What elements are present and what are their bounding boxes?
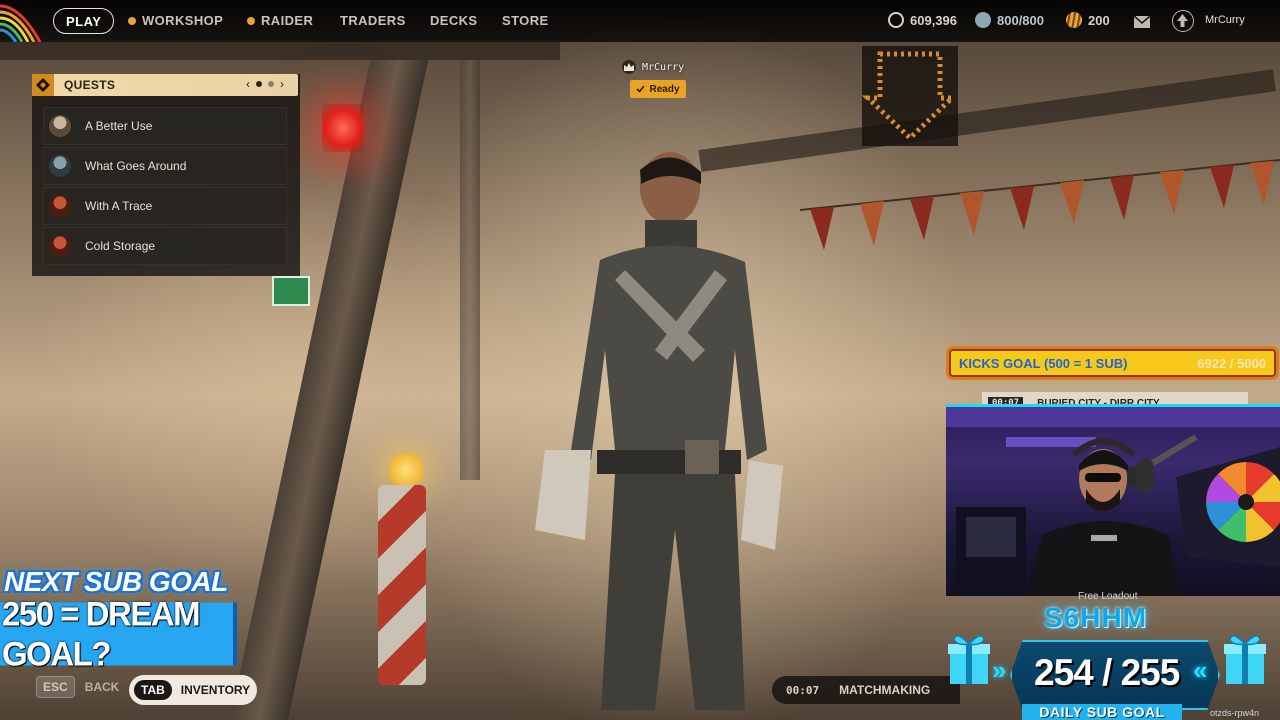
check-icon: [636, 85, 646, 93]
quest-label: Cold Storage: [85, 239, 156, 253]
yellow-beacon-light: [388, 452, 424, 488]
credits-value: 200: [1088, 12, 1110, 28]
quest-giver-avatar: [49, 195, 71, 217]
nav-play-button[interactable]: PLAY: [53, 8, 115, 34]
exit-sign: [272, 276, 310, 306]
chevron-right-icon: »: [992, 655, 1007, 685]
quest-label: A Better Use: [85, 119, 153, 133]
page-indicator-dot[interactable]: [256, 81, 262, 87]
quests-next-button[interactable]: ›: [280, 77, 284, 91]
game-logo-stripes-icon: [0, 4, 42, 42]
matchmaking-label: MATCHMAKING: [839, 683, 931, 697]
kicks-goal-progress: 6922 / 5000: [1197, 355, 1266, 371]
player-name: MrCurry: [642, 61, 685, 73]
quest-label: What Goes Around: [85, 159, 187, 173]
back-hint[interactable]: ESC BACK: [36, 676, 119, 698]
coins-value: 609,396: [910, 12, 957, 28]
gift-icon: [948, 635, 990, 684]
raider-tokens-value: 800/800: [997, 12, 1044, 28]
quest-giver-avatar: [49, 155, 71, 177]
page-indicator-dot[interactable]: [268, 81, 274, 87]
credits-balance[interactable]: 200: [1066, 12, 1110, 28]
profile-username[interactable]: MrCurry: [1205, 14, 1245, 26]
nav-raider-label: RAIDER: [261, 13, 314, 28]
dream-goal-banner: 250 = DREAM GOAL?: [0, 594, 237, 673]
tab-key-cap: TAB: [134, 680, 172, 700]
free-loadout-label: Free Loadout: [1078, 591, 1138, 602]
notification-dot-icon: [128, 16, 136, 25]
quest-label: With A Trace: [85, 199, 153, 213]
daily-sub-count: 254 / 255: [1034, 652, 1180, 693]
matchmaking-timer: 00:07: [786, 683, 820, 697]
coins-balance[interactable]: 609,396: [888, 12, 957, 28]
nav-traders-tab[interactable]: TRADERS: [340, 13, 406, 28]
red-warning-light: [322, 104, 364, 152]
quest-item[interactable]: Cold Storage: [43, 227, 287, 265]
esc-key-cap: ESC: [36, 676, 75, 698]
notification-dot-icon: [247, 16, 255, 25]
top-navigation-bar: PLAY WORKSHOP RAIDER TRADERS DECKS STORE…: [0, 0, 1280, 42]
pennant-banners: [800, 159, 1280, 250]
quests-pager: ‹ ›: [246, 77, 284, 91]
raider-tokens-balance[interactable]: 800/800: [975, 12, 1044, 28]
raider-character: [535, 152, 783, 710]
quests-title: QUESTS: [64, 78, 116, 92]
quest-item[interactable]: With A Trace: [43, 187, 287, 225]
quests-header: QUESTS ‹ ›: [32, 74, 298, 96]
nav-workshop-label: WORKSHOP: [142, 13, 224, 28]
gift-icon: [1224, 635, 1266, 684]
quest-giver-avatar: [49, 115, 71, 137]
inventory-button[interactable]: TAB INVENTORY: [129, 675, 257, 705]
quest-item[interactable]: What Goes Around: [43, 147, 287, 185]
webcam-feed: [946, 404, 1280, 596]
quest-item[interactable]: A Better Use: [43, 107, 287, 145]
rank-icon[interactable]: [1172, 10, 1194, 32]
nav-store-tab[interactable]: STORE: [502, 13, 549, 28]
crown-icon: [622, 60, 636, 74]
coin-icon: [888, 12, 904, 28]
stream-code-text: otzds-rpw4n: [1210, 708, 1260, 718]
ready-status-badge: Ready: [630, 80, 686, 98]
streamer-webcam-image: [946, 407, 1280, 596]
quest-giver-avatar: [49, 235, 71, 257]
arrow-sign: [861, 46, 959, 146]
ready-status-label: Ready: [649, 83, 680, 95]
token-icon: [975, 12, 991, 28]
quests-panel: QUESTS ‹ › A Better Use What Goes Around…: [32, 74, 300, 276]
chevron-left-icon: «: [1193, 655, 1208, 685]
sub-code-text: S6HHM: [1044, 602, 1148, 633]
daily-sub-goal-label: DAILY SUB GOAL: [1022, 704, 1182, 720]
striped-barrier-pole: [378, 485, 426, 685]
nav-workshop-tab[interactable]: WORKSHOP: [128, 13, 223, 28]
kicks-goal-label: KICKS GOAL (500 = 1 SUB): [959, 355, 1128, 371]
back-label: BACK: [84, 680, 120, 694]
inventory-label: INVENTORY: [180, 683, 251, 697]
quests-prev-button[interactable]: ‹: [246, 77, 250, 91]
quest-marker-icon: [32, 74, 54, 96]
nav-raider-tab[interactable]: RAIDER: [247, 13, 313, 28]
kicks-goal-bar: KICKS GOAL (500 = 1 SUB) 6922 / 5000: [946, 346, 1279, 380]
credit-icon: [1066, 12, 1082, 28]
mail-icon[interactable]: [1133, 13, 1151, 29]
player-nameplate: MrCurry: [622, 60, 684, 74]
nav-decks-tab[interactable]: DECKS: [430, 13, 478, 28]
matchmaking-status[interactable]: 00:07 MATCHMAKING: [772, 676, 960, 704]
